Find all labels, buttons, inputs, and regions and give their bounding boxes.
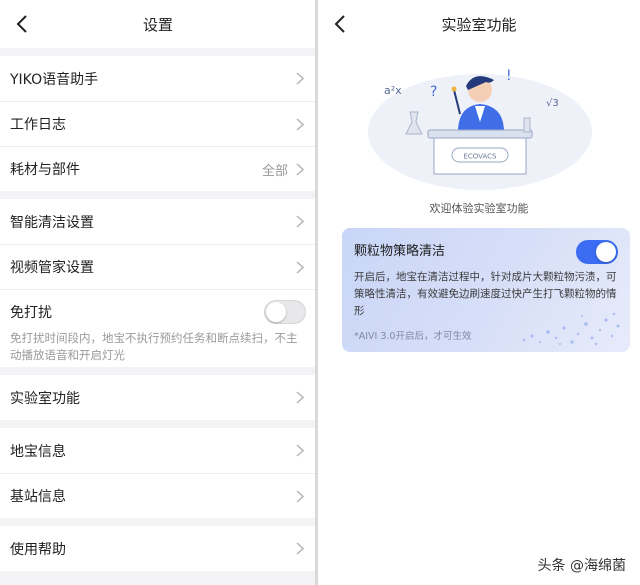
lab-screen: 实验室功能 a²x √3 ? ! ECOVACS 欢迎体验实验室功能 颗粒物策略… — [318, 0, 640, 585]
settings-group-2: 智能清洁设置 视频管家设置 免打扰 免打扰时间段内，地宝不执行预约任务和断点续扫… — [0, 199, 316, 367]
toggle-knob — [596, 242, 616, 262]
settings-item-station-info[interactable]: 基站信息 — [0, 473, 316, 518]
settings-item-video[interactable]: 视频管家设置 — [0, 244, 316, 289]
chevron-left-icon — [16, 15, 27, 33]
settings-group-3: 实验室功能 — [0, 375, 316, 420]
chevron-right-icon — [294, 117, 306, 131]
watermark-text: 头条 @海绵菌 — [537, 558, 626, 574]
settings-item-lab[interactable]: 实验室功能 — [0, 375, 316, 420]
feature-card: 颗粒物策略清洁 开启后，地宝在清洁过程中，针对成片大颗粒物污渍，可策略性清洁，有… — [342, 228, 630, 352]
settings-item-dnd: 免打扰 免打扰时间段内，地宝不执行预约任务和断点续扫，不主动播放语音和开启灯光 — [0, 289, 316, 367]
page-title: 实验室功能 — [441, 15, 517, 34]
settings-group-1: YIKO语音助手 工作日志 耗材与部件 全部 — [0, 56, 316, 191]
settings-item-label: 视频管家设置 — [10, 260, 94, 276]
dnd-description: 免打扰时间段内，地宝不执行预约任务和断点续扫，不主动播放语音和开启灯光 — [10, 331, 298, 362]
chevron-right-icon — [294, 72, 306, 86]
chevron-right-icon — [294, 215, 306, 229]
chevron-left-icon — [334, 15, 345, 33]
scientist-illustration: a²x √3 ? ! ECOVACS — [368, 68, 592, 190]
back-button[interactable] — [10, 10, 34, 38]
svg-text:!: ! — [506, 68, 512, 84]
settings-item-smart-clean[interactable]: 智能清洁设置 — [0, 199, 316, 244]
chevron-right-icon — [294, 162, 306, 176]
settings-item-work-log[interactable]: 工作日志 — [0, 101, 316, 146]
particle-decoration — [522, 312, 620, 346]
settings-item-label: 使用帮助 — [10, 541, 66, 558]
chevron-right-icon — [294, 489, 306, 503]
settings-item-consumables[interactable]: 耗材与部件 全部 — [0, 146, 316, 191]
settings-group-5: 使用帮助 — [0, 526, 316, 571]
svg-text:a²x: a²x — [384, 84, 402, 97]
lab-navbar: 实验室功能 — [318, 0, 640, 48]
svg-text:ECOVACS: ECOVACS — [463, 153, 497, 161]
welcome-text: 欢迎体验实验室功能 — [429, 202, 529, 215]
settings-item-label: 实验室功能 — [10, 390, 80, 407]
settings-item-label: 耗材与部件 — [10, 162, 80, 178]
settings-item-label: 工作日志 — [10, 117, 66, 133]
settings-item-value: 全部 — [261, 163, 288, 179]
settings-item-help[interactable]: 使用帮助 — [0, 526, 316, 571]
settings-item-label: 地宝信息 — [10, 443, 66, 460]
svg-text:?: ? — [430, 84, 437, 100]
toggle-knob — [266, 302, 286, 322]
chevron-right-icon — [294, 444, 306, 458]
chevron-right-icon — [294, 260, 306, 274]
feature-toggle[interactable] — [576, 240, 618, 264]
chevron-right-icon — [294, 391, 306, 405]
settings-item-label: 智能清洁设置 — [10, 214, 94, 231]
settings-item-yiko[interactable]: YIKO语音助手 — [0, 56, 316, 101]
settings-navbar: 设置 — [0, 0, 316, 48]
lab-illustration: a²x √3 ? ! ECOVACS — [318, 60, 640, 200]
chevron-right-icon — [294, 542, 306, 556]
settings-item-robot-info[interactable]: 地宝信息 — [0, 428, 316, 473]
settings-item-label: 基站信息 — [10, 489, 66, 505]
settings-item-label: YIKO语音助手 — [10, 71, 99, 88]
dnd-label: 免打扰 — [10, 305, 52, 321]
dnd-toggle[interactable] — [264, 300, 306, 324]
settings-group-4: 地宝信息 基站信息 — [0, 428, 316, 518]
back-button[interactable] — [328, 10, 352, 38]
page-title: 设置 — [142, 15, 173, 34]
settings-screen: 设置 YIKO语音助手 工作日志 耗材与部件 全部 智能清洁设置 视频管家设置 … — [0, 0, 316, 585]
svg-text:√3: √3 — [546, 98, 559, 109]
